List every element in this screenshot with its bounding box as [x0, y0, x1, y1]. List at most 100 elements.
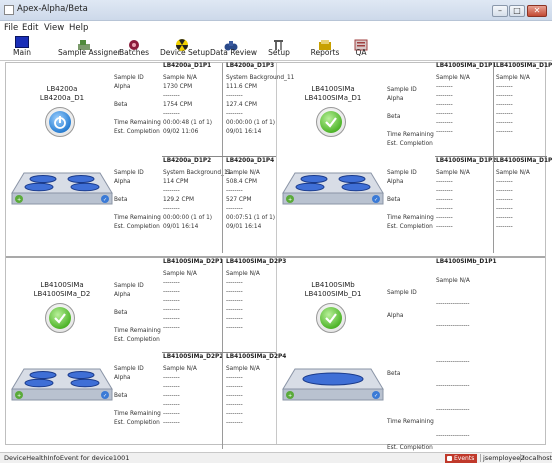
menu-edit[interactable]: Edit — [22, 23, 38, 33]
row-label-alpha: Alpha — [387, 313, 404, 319]
position-value-beta2: -------- — [436, 111, 453, 117]
position-value-beta: -------- — [163, 298, 180, 304]
toolbar-main-button[interactable]: Main — [4, 35, 40, 61]
toolbar-reports-button[interactable]: Reports — [308, 35, 342, 61]
position-value-beta: 527 CPM — [226, 197, 252, 203]
position-value-beta: ---------------- — [436, 359, 470, 365]
menu-file[interactable]: File — [4, 23, 18, 33]
device-panel-q3[interactable]: LB4100SIMa LB4100SIMa_D2 + ✓ Sample ID Alpha B… — [6, 259, 286, 449]
position-header: LB4100SIMa_D1P1 — [436, 63, 497, 69]
sample-tray[interactable]: + ✓ — [281, 367, 385, 402]
position-value-beta: -------- — [496, 197, 513, 203]
radiation-icon — [175, 36, 189, 51]
device-panel-q4[interactable]: LB4100SIMb LB4100SIMb_D1 + ✓ Sample ID Alpha B… — [277, 259, 547, 451]
position-value-alpha: -------- — [226, 375, 243, 381]
toolbar-device-setup-button[interactable]: Device Setup — [160, 35, 210, 61]
toolbar-qa-label: QA — [355, 48, 367, 57]
toolbar-batches-button[interactable]: Batches — [118, 35, 150, 61]
position-column[interactable]: LB4100SIMa_D1P2 Sample N/A -------- -------… — [436, 158, 496, 238]
close-button[interactable]: ✕ — [527, 5, 547, 17]
row-labels: Sample ID Alpha Beta Time Remaining Est. Com… — [387, 271, 435, 451]
position-column[interactable]: LB4100SIMa_D2P1 Sample N/A -------- -------… — [163, 259, 223, 339]
position-column[interactable]: LB4100SIMa_D1P4 Sample N/A -------- -------… — [496, 158, 552, 238]
column-divider — [222, 63, 223, 253]
toolbar-data-review-label: Data Review — [210, 48, 258, 57]
row-label-beta: Beta — [387, 371, 401, 377]
position-column[interactable]: LB4200a_D1P1 Sample N/A 1730 CPM -------- 17… — [163, 63, 223, 143]
device-name: LB4100SIMb — [311, 281, 355, 289]
sample-tray[interactable]: + ✓ — [10, 367, 114, 402]
device-name: LB4100SIMa — [40, 281, 84, 289]
ok-status-icon[interactable] — [316, 303, 346, 333]
row-label-est-completion: Est. Completion — [114, 420, 160, 426]
maximize-button[interactable]: □ — [509, 5, 525, 17]
position-value-sample: Sample N/A — [496, 170, 530, 176]
tools-icon — [272, 36, 286, 50]
sample-tray[interactable]: + ✓ — [281, 171, 385, 206]
position-value-beta: -------- — [163, 393, 180, 399]
position-value-beta2: -------- — [436, 206, 453, 212]
position-value-alpha: -------- — [496, 84, 513, 90]
device-panel-q1[interactable]: LB4200a LB4200a_D1 + ✓ Sample ID Alpha Beta Tim… — [6, 63, 294, 253]
position-value-alpha: 508.4 CPM — [226, 179, 257, 185]
host-name: localhost — [520, 454, 552, 462]
toolbar-sample-assigner-button[interactable]: Sample Assigner — [58, 35, 121, 61]
binoculars-icon — [224, 36, 238, 51]
toolbar-qa-button[interactable]: QA — [348, 35, 374, 61]
position-column[interactable]: LB4100SIMb_D1P1 Sample N/A ---------------… — [436, 259, 516, 439]
position-value-sample: Sample N/A — [226, 170, 260, 176]
row-label-beta: Beta — [387, 197, 401, 203]
position-value-est: -------- — [496, 224, 513, 230]
row-label-est-completion: Est. Completion — [387, 141, 433, 147]
position-value-alpha2: -------- — [496, 188, 513, 194]
position-column[interactable]: LB4100SIMa_D2P2 Sample N/A -------- -------… — [163, 354, 223, 434]
position-value-sample: Sample N/A — [496, 75, 530, 81]
position-value-alpha2: -------- — [226, 188, 243, 194]
position-column[interactable]: LB4100SIMa_D1P3 Sample N/A -------- -------… — [496, 63, 552, 143]
position-value-time: ---------------- — [436, 407, 470, 413]
position-value-beta2: -------- — [163, 402, 180, 408]
position-value-est: 09/01 16:14 — [226, 129, 262, 135]
position-column[interactable]: LB4100SIMa_D1P1 Sample N/A -------- -------… — [436, 63, 496, 143]
row-label-sample-id: Sample ID — [114, 75, 144, 81]
device-panel-q2[interactable]: LB4100SIMa LB4100SIMa_D1 + ✓ Sample ID Alpha B… — [277, 63, 552, 253]
ok-status-icon[interactable] — [316, 107, 346, 137]
position-value-alpha: -------- — [496, 179, 513, 185]
toolbar-device-setup-label: Device Setup — [160, 48, 210, 57]
position-value-beta2: ---------------- — [436, 383, 470, 389]
row-labels-top: Sample ID Alpha Beta Time Remaining Est. Com… — [114, 63, 162, 143]
position-value-beta: -------- — [496, 102, 513, 108]
position-value-alpha: 1730 CPM — [163, 84, 193, 90]
menu-view[interactable]: View — [44, 23, 64, 33]
position-header: LB4200a_D1P3 — [226, 63, 275, 69]
row-label-time-remaining: Time Remaining — [114, 328, 161, 334]
position-value-alpha2: ---------------- — [436, 323, 470, 329]
position-value-beta2: -------- — [226, 307, 243, 313]
position-value-sample: Sample N/A — [163, 366, 197, 372]
row-label-time-remaining: Time Remaining — [114, 215, 161, 221]
row-label-time-remaining: Time Remaining — [114, 411, 161, 417]
row-label-beta: Beta — [387, 114, 401, 120]
power-status-icon[interactable] — [45, 107, 75, 137]
position-value-est: -------- — [436, 129, 453, 135]
row-labels-bottom: Sample ID Alpha Beta Time Remaining Est. Com… — [387, 158, 435, 238]
toolbar-data-review-button[interactable]: Data Review — [210, 35, 258, 61]
position-value-alpha: -------- — [436, 84, 453, 90]
toolbar-setup-button[interactable]: Setup — [262, 35, 296, 61]
device-detector-name: LB4200a_D1 — [39, 94, 85, 102]
position-value-alpha: 114 CPM — [163, 179, 189, 185]
position-value-sample: Sample N/A — [436, 75, 470, 81]
row-label-sample-id: Sample ID — [387, 87, 417, 93]
ok-status-icon[interactable] — [45, 303, 75, 333]
menu-help[interactable]: Help — [69, 23, 88, 33]
position-value-est: 09/02 11:06 — [163, 129, 199, 135]
row-labels-bottom: Sample ID Alpha Beta Time Remaining Est. Com… — [114, 158, 162, 238]
sample-tray[interactable]: + ✓ — [10, 171, 114, 206]
minimize-button[interactable]: – — [492, 5, 508, 17]
row-label-alpha: Alpha — [114, 292, 131, 298]
position-value-alpha: -------- — [163, 280, 180, 286]
position-value-beta: -------- — [436, 102, 453, 108]
row-label-sample-id: Sample ID — [387, 170, 417, 176]
position-column[interactable]: LB4200a_D1P2 System Background_11 114 CPM -… — [163, 158, 231, 238]
events-button[interactable]: Events — [445, 454, 478, 463]
